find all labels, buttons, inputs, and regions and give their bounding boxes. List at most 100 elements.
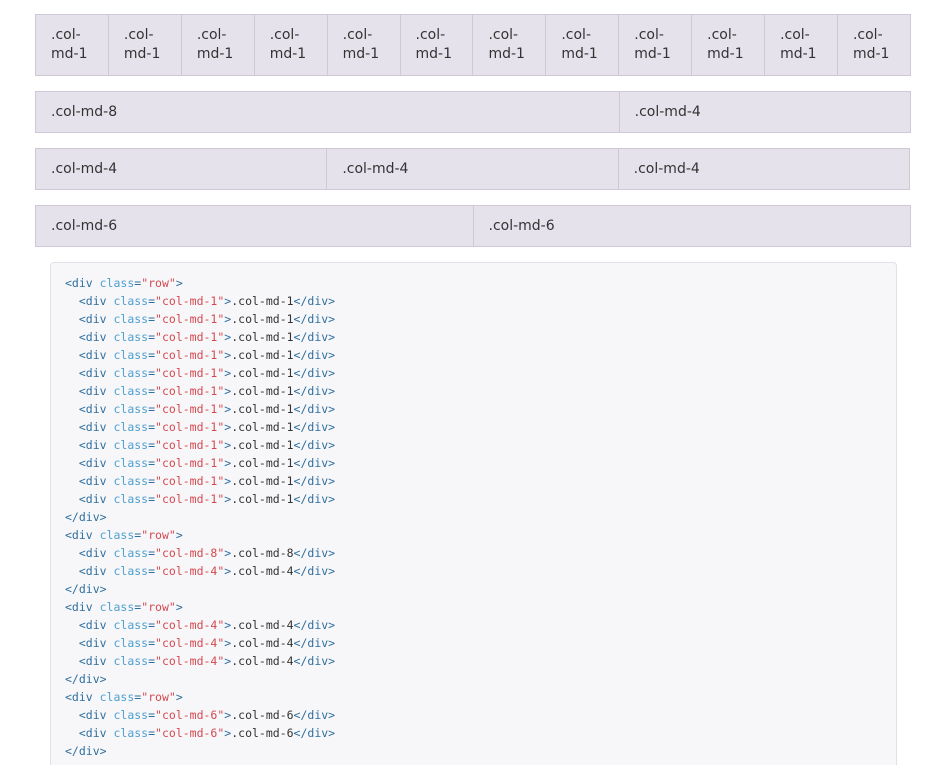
- code-tag: <div: [78, 312, 114, 326]
- grid-cell-label: .col-md-1: [342, 27, 380, 62]
- grid-cell: .col-md-1: [545, 14, 620, 76]
- code-tag: </div>: [293, 546, 336, 560]
- code-tag: </div>: [293, 456, 336, 470]
- grid-cell-label: .col-md-8: [51, 103, 118, 120]
- code-tag: <div: [78, 654, 114, 668]
- code-line: <div class="col-md-1">.col-md-1</div>: [65, 328, 882, 346]
- code-tag: =: [148, 438, 156, 452]
- code-tag: </div>: [293, 420, 336, 434]
- code-tag: =: [148, 330, 156, 344]
- grid-cell: .col-md-1: [691, 14, 766, 76]
- grid-row-col-md-8-4: .col-md-8 .col-md-4: [35, 91, 911, 133]
- grid-cell: .col-md-4: [618, 91, 911, 133]
- code-tag: <div: [78, 546, 114, 560]
- code-string: "col-md-1": [155, 348, 225, 362]
- code-line: </div>: [65, 742, 882, 760]
- code-attr: class: [99, 690, 135, 704]
- code-tag: =: [148, 636, 156, 650]
- code-attr: class: [113, 438, 149, 452]
- grid-cell-label: .col-md-1: [780, 27, 817, 62]
- code-line: <div class="row">: [65, 688, 882, 706]
- grid-cell: .col-md-6: [472, 205, 911, 247]
- code-string: "col-md-4": [155, 636, 225, 650]
- code-line: <div class="col-md-4">.col-md-4</div>: [65, 616, 882, 634]
- code-tag: </div>: [293, 708, 336, 722]
- code-tag: </div>: [65, 582, 107, 596]
- code-text: .col-md-1: [231, 330, 294, 344]
- code-tag: </div>: [293, 402, 336, 416]
- code-tag: <div: [78, 438, 114, 452]
- code-tag: </div>: [293, 330, 336, 344]
- code-tag: =: [148, 618, 156, 632]
- code-tag: <div: [78, 420, 114, 434]
- code-line: <div class="col-md-4">.col-md-4</div>: [65, 652, 882, 670]
- code-tag: =: [148, 366, 156, 380]
- code-tag: <div: [78, 366, 114, 380]
- code-tag: >: [175, 528, 183, 542]
- code-attr: class: [113, 330, 149, 344]
- code-tag: </div>: [293, 654, 336, 668]
- code-tag: >: [175, 600, 183, 614]
- code-tag: =: [148, 492, 156, 506]
- code-tag: >: [175, 276, 183, 290]
- grid-cell: .col-md-1: [35, 14, 109, 76]
- code-line: <div class="col-md-4">.col-md-4</div>: [65, 634, 882, 652]
- code-text: .col-md-6: [231, 726, 294, 740]
- grid-cell: .col-md-1: [836, 14, 911, 76]
- code-text: .col-md-1: [231, 384, 294, 398]
- code-tag: </div>: [293, 564, 336, 578]
- code-tag: =: [148, 564, 156, 578]
- code-tag: </div>: [293, 474, 336, 488]
- bootstrap-grid-demo: .col-md-1 .col-md-1 .col-md-1 .col-md-1 …: [0, 0, 942, 765]
- code-line: <div class="col-md-1">.col-md-1</div>: [65, 472, 882, 490]
- code-example: <div class="row"> <div class="col-md-1">…: [50, 262, 897, 765]
- code-attr: class: [113, 708, 149, 722]
- code-string: "col-md-1": [155, 402, 225, 416]
- code-line: </div>: [65, 508, 882, 526]
- code-tag: </div>: [293, 366, 336, 380]
- code-string: "col-md-1": [155, 438, 225, 452]
- code-line: <div class="col-md-1">.col-md-1</div>: [65, 310, 882, 328]
- code-string: "col-md-1": [155, 492, 225, 506]
- code-string: "col-md-1": [155, 456, 225, 470]
- code-tag: </div>: [65, 510, 107, 524]
- code-line: <div class="col-md-1">.col-md-1</div>: [65, 382, 882, 400]
- grid-cell-label: .col-md-1: [123, 27, 161, 62]
- code-text: .col-md-6: [231, 708, 294, 722]
- code-tag: =: [148, 402, 156, 416]
- code-attr: class: [113, 636, 149, 650]
- grid-cell: .col-md-1: [107, 14, 182, 76]
- grid-cell-label: .col-md-4: [634, 103, 701, 120]
- code-line: <div class="col-md-1">.col-md-1</div>: [65, 436, 882, 454]
- code-line: <div class="col-md-1">.col-md-1</div>: [65, 346, 882, 364]
- code-tag: <div: [78, 456, 114, 470]
- code-tag: <div: [78, 618, 114, 632]
- code-string: "col-md-4": [155, 564, 225, 578]
- grid-cell: .col-md-1: [326, 14, 401, 76]
- code-tag: <div: [65, 600, 100, 614]
- code-string: "row": [141, 276, 176, 290]
- code-tag: </div>: [293, 492, 336, 506]
- code-text: .col-md-1: [231, 456, 294, 470]
- code-line: <div class="col-md-6">.col-md-6</div>: [65, 724, 882, 742]
- grid-row-col-md-1: .col-md-1 .col-md-1 .col-md-1 .col-md-1 …: [35, 14, 911, 76]
- code-attr: class: [113, 456, 149, 470]
- code-tag: <div: [65, 528, 100, 542]
- code-text: .col-md-1: [231, 492, 294, 506]
- code-string: "col-md-4": [155, 654, 225, 668]
- code-string: "row": [141, 600, 176, 614]
- code-attr: class: [113, 726, 149, 740]
- code-attr: class: [113, 618, 149, 632]
- code-text: .col-md-4: [231, 618, 294, 632]
- code-attr: class: [113, 654, 149, 668]
- code-string: "col-md-6": [155, 708, 225, 722]
- code-text: .col-md-1: [231, 348, 294, 362]
- code-string: "col-md-1": [155, 366, 225, 380]
- code-string: "row": [141, 690, 176, 704]
- grid-row-col-md-6: .col-md-6 .col-md-6: [35, 205, 911, 247]
- code-text: .col-md-1: [231, 474, 294, 488]
- code-string: "col-md-6": [155, 726, 225, 740]
- code-tag: </div>: [293, 618, 336, 632]
- code-attr: class: [113, 312, 149, 326]
- grid-cell-label: .col-md-1: [707, 27, 744, 62]
